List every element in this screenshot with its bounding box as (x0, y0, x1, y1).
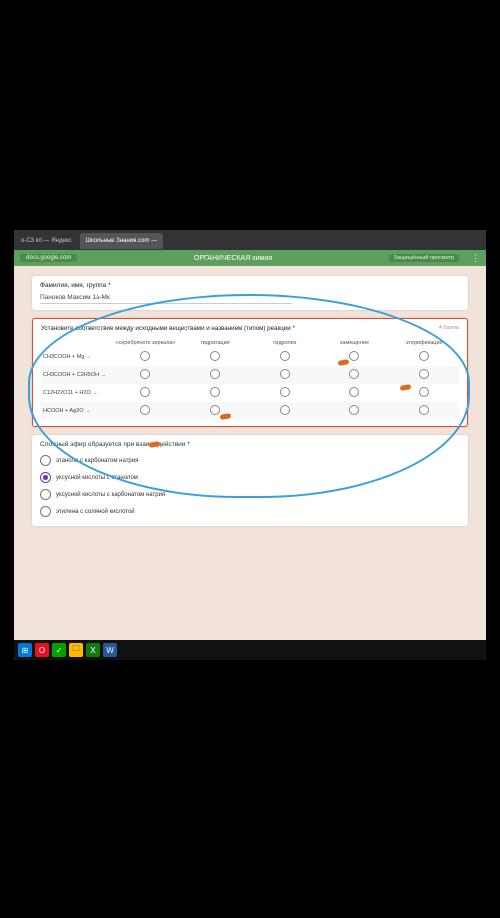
col-header: гидролиз (250, 338, 320, 348)
name-card: Фамилия, имя, группа * (32, 276, 468, 310)
word-icon[interactable]: W (103, 643, 117, 657)
matrix-radio[interactable] (280, 405, 290, 415)
matrix-radio[interactable] (140, 405, 150, 415)
matrix-radio[interactable] (140, 351, 150, 361)
col-header: «серебряного зеркала» (111, 338, 181, 348)
matrix-radio[interactable] (210, 369, 220, 379)
taskbar: ⊞ O ✓ 🗀 X W (14, 640, 486, 660)
col-header: этерификация (389, 338, 459, 348)
matrix-table: «серебряного зеркала» гидратация гидроли… (41, 338, 459, 420)
matrix-card: Установите соответствие между исходными … (32, 318, 468, 427)
start-icon[interactable]: ⊞ (18, 643, 32, 657)
matrix-radio[interactable] (210, 351, 220, 361)
matrix-radio[interactable] (210, 387, 220, 397)
row-header: C12H22O11 + H2O → (41, 384, 111, 402)
q2-option-selected[interactable]: уксусной кислоты с этанолом (40, 469, 460, 486)
option-label: уксусной кислоты с этанолом (56, 475, 138, 481)
browser-tab-active[interactable]: Школьные Знания.com — (80, 233, 164, 249)
option-label: уксусной кислоты с карбонатом натрия (56, 492, 165, 498)
tab-label: о-С3 int — Яндекс (21, 238, 72, 244)
matrix-radio[interactable] (419, 369, 429, 379)
matrix-radio[interactable] (140, 369, 150, 379)
radio-icon (40, 489, 51, 500)
q2-option[interactable]: этилена с соляной кислотой (40, 503, 460, 520)
matrix-radio[interactable] (140, 387, 150, 397)
q2-option[interactable]: этанола с карбонатом натрия (40, 452, 460, 469)
q2-card: Сложный эфир образуется при взаимодейств… (32, 435, 468, 526)
matrix-radio[interactable] (419, 351, 429, 361)
matrix-radio[interactable] (349, 369, 359, 379)
matrix-question: Установите соответствие между исходными … (41, 325, 459, 332)
matrix-radio[interactable] (280, 387, 290, 397)
matrix-radio[interactable] (280, 369, 290, 379)
q2-option[interactable]: уксусной кислоты с карбонатом натрия (40, 486, 460, 503)
col-header: замещение (320, 338, 390, 348)
form-body: Фамилия, имя, группа * Установите соотве… (14, 266, 486, 544)
browser-tab[interactable]: о-С3 int — Яндекс (15, 233, 78, 249)
matrix-radio[interactable] (280, 351, 290, 361)
row-header: HCOOH + Ag2O → (41, 402, 111, 420)
security-badge: Защищённый просмотр (389, 254, 459, 262)
opera-icon[interactable]: O (35, 643, 49, 657)
option-label: этанола с карбонатом натрия (56, 458, 138, 464)
name-label: Фамилия, имя, группа * (40, 282, 460, 289)
form-title: ОРГАНИЧЕСКАЯ химия (77, 255, 388, 262)
tab-label: Школьные Знания.com — (86, 238, 158, 244)
row-header: CH3COOH + C2H5OH → (41, 366, 111, 384)
matrix-radio[interactable] (419, 387, 429, 397)
radio-icon (40, 455, 51, 466)
excel-icon[interactable]: X (86, 643, 100, 657)
menu-icon[interactable]: ⋮ (471, 253, 480, 264)
address-bar: docs.google.com ОРГАНИЧЕСКАЯ химия Защищ… (14, 250, 486, 266)
matrix-radio[interactable] (349, 387, 359, 397)
name-input[interactable] (40, 292, 292, 304)
option-label: этилена с соляной кислотой (56, 509, 135, 515)
matrix-points: 4 балла (439, 325, 459, 331)
matrix-radio[interactable] (349, 351, 359, 361)
radio-icon (40, 506, 51, 517)
q2-question: Сложный эфир образуется при взаимодейств… (40, 441, 460, 448)
matrix-radio[interactable] (349, 405, 359, 415)
matrix-radio[interactable] (419, 405, 429, 415)
url-box[interactable]: docs.google.com (20, 254, 77, 262)
row-header: CH3COOH + Mg → (41, 348, 111, 366)
tab-strip: о-С3 int — Яндекс Школьные Знания.com — (14, 230, 486, 250)
matrix-radio[interactable] (210, 405, 220, 415)
app-icon[interactable]: ✓ (52, 643, 66, 657)
col-header: гидратация (180, 338, 250, 348)
radio-icon-selected (40, 472, 51, 483)
folder-icon[interactable]: 🗀 (69, 643, 83, 657)
screenshot-region: о-С3 int — Яндекс Школьные Знания.com — … (14, 230, 486, 660)
